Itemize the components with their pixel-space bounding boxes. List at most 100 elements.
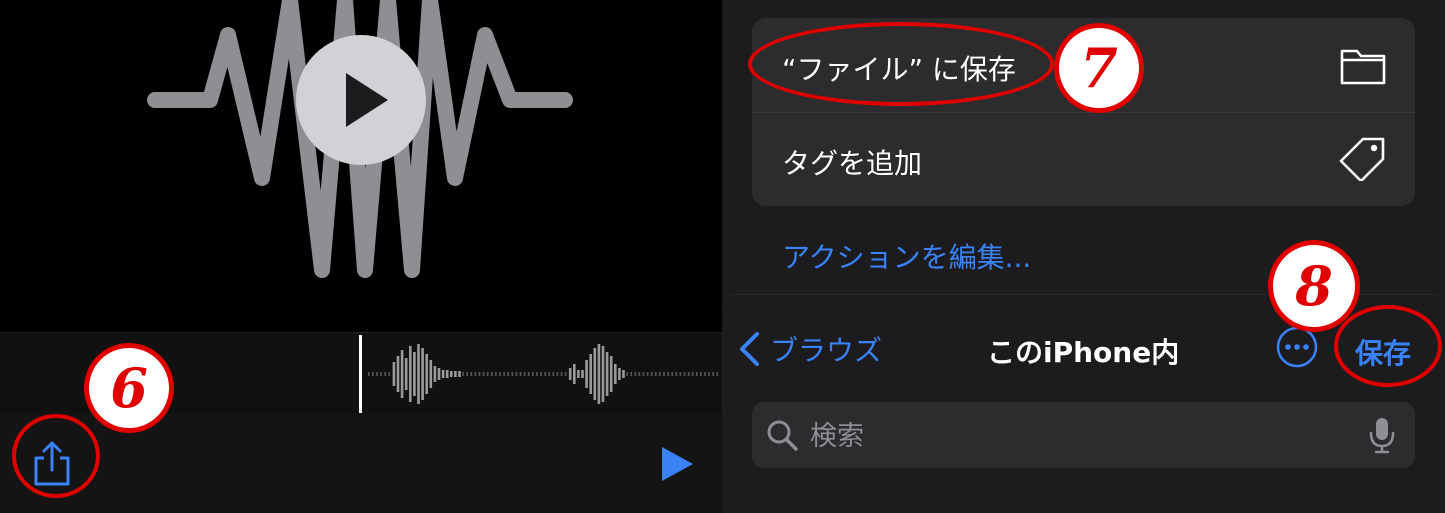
waveform-bar [445, 370, 449, 378]
waveform-bar [589, 354, 592, 394]
waveform-bar [495, 372, 497, 376]
waveform-bar [499, 372, 501, 376]
waveform-bar [536, 372, 538, 376]
play-button-large[interactable] [296, 35, 426, 165]
waveform-bar [708, 372, 710, 376]
waveform-bar [523, 372, 526, 376]
waveform-bar [409, 346, 412, 402]
recording-artwork [0, 0, 722, 332]
chevron-left-icon [740, 332, 759, 366]
waveform-bar [384, 372, 386, 376]
waveform-bar [655, 372, 657, 376]
step-marker-7: 7 [1054, 23, 1144, 113]
waveform-bar [622, 370, 625, 378]
waveform-bar [396, 356, 400, 392]
waveform-bar [503, 372, 505, 376]
waveform-bar [646, 372, 649, 376]
microphone-icon[interactable] [1369, 416, 1395, 454]
waveform-bar [683, 372, 686, 376]
waveform-bar [368, 372, 370, 376]
waveform-bar [650, 372, 653, 376]
waveform-bar [671, 372, 673, 376]
waveform-bar [568, 368, 572, 380]
waveform-bar [696, 372, 698, 376]
waveform-bar [437, 368, 441, 380]
waveform-bar [634, 372, 637, 376]
search-input[interactable] [808, 416, 1352, 456]
waveform-bar [581, 370, 584, 378]
browse-back-button[interactable]: ブラウズ [738, 329, 882, 369]
waveform-bar [454, 371, 457, 377]
waveform-bar [642, 372, 645, 376]
back-label: ブラウズ [770, 334, 883, 367]
waveform-bar [614, 364, 617, 384]
more-options-button[interactable] [1276, 326, 1318, 368]
waveform-bar [556, 372, 559, 376]
waveform-bar [704, 372, 706, 376]
search-bar[interactable] [752, 402, 1415, 468]
waveform-bar [560, 372, 563, 376]
waveform-bar [441, 370, 445, 378]
waveform-bar [470, 372, 473, 376]
waveform-bar [540, 372, 542, 376]
waveform-bar [482, 372, 485, 376]
waveform-bar [544, 372, 546, 376]
add-tag-row[interactable]: タグを追加 [752, 112, 1415, 206]
sheet-title: このiPhone内 [987, 336, 1180, 369]
waveform-bar [507, 372, 509, 376]
waveform-bar [609, 356, 613, 392]
playhead[interactable] [359, 335, 362, 413]
waveform-bar [659, 372, 661, 376]
highlight-ellipse [748, 22, 1054, 106]
waveform-bar [605, 352, 609, 396]
waveform-bar [618, 368, 621, 380]
waveform-bar [413, 352, 416, 396]
waveform-bar [388, 372, 391, 376]
waveform-bar [573, 364, 576, 384]
waveform-bar [552, 372, 555, 376]
waveform-bar [511, 372, 514, 376]
files-sheet: ブラウズ このiPhone内 保存 [722, 295, 1445, 513]
waveform-bar [593, 348, 597, 400]
play-icon [346, 73, 388, 127]
waveform-bar [638, 372, 641, 376]
step-number: 8 [1295, 254, 1333, 318]
waveform-bar [380, 372, 382, 376]
waveform-bar [679, 372, 682, 376]
waveform-bar [577, 370, 580, 378]
waveform-bar [478, 372, 481, 376]
waveform-bar [663, 372, 665, 376]
step-number: 6 [110, 356, 148, 420]
waveform-bar [515, 372, 518, 376]
waveform-bar [564, 372, 567, 376]
waveform-bar [687, 372, 690, 376]
ellipsis-circle-icon [1276, 326, 1318, 368]
step-marker-8: 8 [1268, 240, 1360, 332]
waveform-bar [626, 372, 628, 376]
waveform-bar [585, 360, 588, 388]
waveform-bar [691, 372, 694, 376]
waveform-bar [712, 372, 714, 376]
waveform-bar [421, 348, 424, 400]
waveform-bar [527, 372, 530, 376]
waveform-bar [601, 346, 605, 402]
waveform-bar [519, 372, 522, 376]
step-number: 7 [1080, 36, 1118, 100]
waveform-bar [491, 372, 493, 376]
waveform-bar [667, 372, 669, 376]
waveform-bar [425, 354, 428, 394]
waveform-bar [372, 372, 374, 376]
waveform-bar [597, 344, 601, 404]
waveform-bar [429, 360, 433, 388]
waveform-bar [466, 372, 468, 376]
play-button[interactable] [660, 446, 694, 482]
edit-actions-link[interactable]: アクションを編集... [782, 236, 1031, 276]
waveform-bar [532, 372, 534, 376]
waveform-bar [548, 372, 550, 376]
waveform-bar [417, 344, 420, 404]
tag-icon [1339, 137, 1385, 181]
waveform-bar [392, 362, 396, 386]
waveform-bar [462, 372, 464, 376]
player-controls [0, 414, 722, 513]
waveform-bar [675, 372, 678, 376]
